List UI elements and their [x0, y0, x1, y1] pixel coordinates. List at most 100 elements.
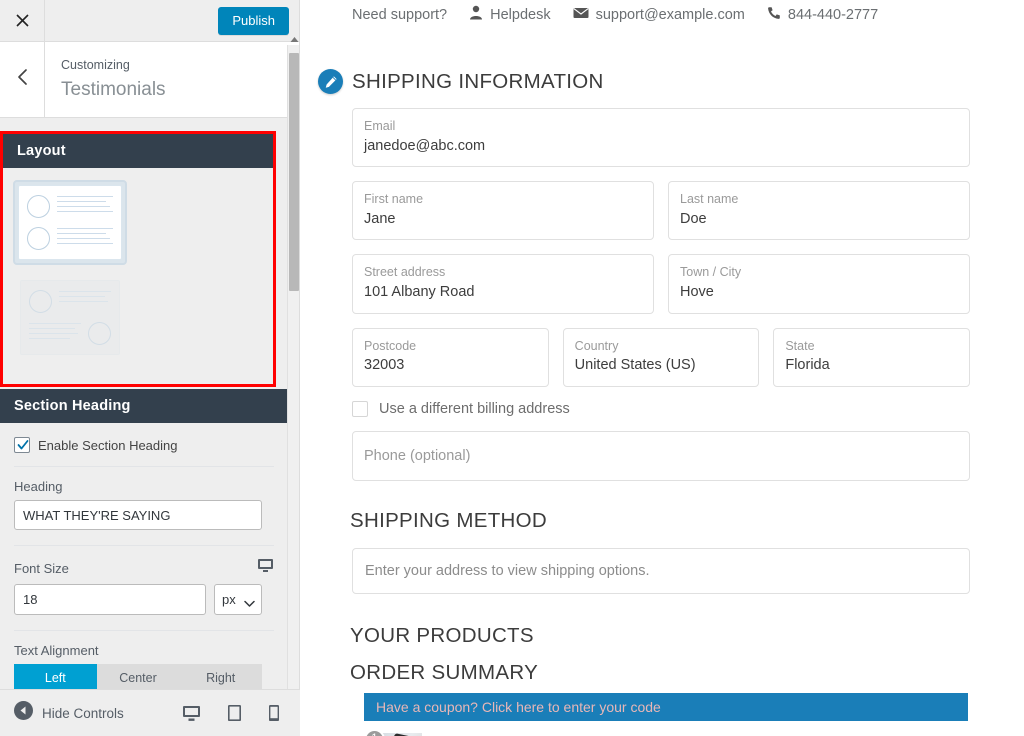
- street-address-value: 101 Albany Road: [364, 284, 475, 301]
- text-alignment-label: Text Alignment: [14, 643, 99, 658]
- email-label: Email: [364, 119, 396, 133]
- section-heading-body: Enable Section Heading Heading Font Size: [0, 423, 288, 689]
- first-name-label: First name: [364, 192, 424, 207]
- layout-options: [3, 168, 273, 384]
- street-address-label: Street address: [364, 265, 446, 280]
- avatar-placeholder-icon: [27, 227, 50, 250]
- postcode-field[interactable]: Postcode 32003: [352, 327, 549, 387]
- scroll-up-arrow-icon[interactable]: [288, 33, 300, 45]
- postcode-label: Postcode: [364, 338, 417, 353]
- align-center-button[interactable]: Center: [96, 664, 180, 689]
- helpdesk-link[interactable]: Helpdesk: [469, 5, 551, 24]
- sidebar-scrollbar[interactable]: [287, 36, 299, 700]
- font-size-label-row: Font Size: [14, 558, 274, 578]
- phone-placeholder: Phone (optional): [364, 447, 471, 464]
- mobile-icon[interactable]: [268, 704, 280, 722]
- section-heading-section: Section Heading Enable Section Heading H…: [0, 389, 288, 689]
- publish-button[interactable]: Publish: [218, 7, 289, 35]
- country-value: United States (US): [574, 357, 696, 374]
- heading-label: Heading: [14, 479, 63, 494]
- helpdesk-label: Helpdesk: [490, 6, 551, 23]
- last-name-value: Doe: [680, 211, 707, 228]
- email-row: Email janedoe@abc.com: [352, 108, 970, 168]
- shipping-method-title: SHIPPING METHOD: [350, 508, 547, 532]
- sidebar-scroll-area: Layout Section Heading Enable Section He…: [0, 119, 288, 689]
- text-alignment-button-group: Left Center Right: [14, 664, 263, 689]
- country-field[interactable]: Country United States (US): [562, 327, 760, 387]
- back-button[interactable]: [0, 42, 45, 117]
- tablet-icon[interactable]: [227, 704, 242, 722]
- heading-input[interactable]: [14, 500, 262, 530]
- sidebar-scrollbar-thumb[interactable]: [289, 53, 299, 291]
- support-prompt: Need support?: [352, 6, 448, 23]
- enable-section-heading-checkbox[interactable]: [14, 437, 30, 453]
- avatar-placeholder-icon: [88, 322, 111, 345]
- desktop-icon[interactable]: [182, 705, 201, 722]
- first-name-value: Jane: [364, 211, 396, 228]
- layout-section-header[interactable]: Layout: [3, 134, 273, 168]
- state-value: Florida: [785, 357, 830, 374]
- chevron-down-icon: [244, 596, 255, 611]
- enable-section-heading-row[interactable]: Enable Section Heading: [14, 423, 274, 467]
- shipping-information-title: SHIPPING INFORMATION: [352, 69, 604, 93]
- country-label: Country: [574, 338, 619, 353]
- font-size-label: Font Size: [14, 560, 69, 576]
- align-left-button[interactable]: Left: [14, 664, 97, 689]
- avatar-placeholder-icon: [27, 195, 50, 218]
- collapse-arrow-icon: [14, 701, 33, 725]
- order-summary-title: ORDER SUMMARY: [350, 660, 539, 684]
- site-preview: Need support? Helpdesk support@example.c…: [300, 0, 1024, 736]
- postcode-value: 32003: [364, 357, 405, 374]
- coupon-link[interactable]: Have a coupon? Click here to enter your …: [364, 692, 968, 721]
- device-preview-icons: [182, 704, 300, 722]
- edit-pencil-icon[interactable]: [318, 69, 343, 94]
- font-size-input[interactable]: [14, 584, 206, 615]
- last-name-field[interactable]: Last name Doe: [668, 181, 970, 241]
- close-customizer-button[interactable]: [0, 0, 45, 41]
- envelope-icon: [573, 7, 589, 23]
- close-icon: [15, 13, 30, 28]
- shipping-method-block: Enter your address to view shipping opti…: [352, 547, 970, 594]
- order-summary-block: Have a coupon? Click here to enter your …: [352, 692, 970, 736]
- email-value: janedoe@abc.com: [364, 137, 486, 154]
- name-row: First name Jane Last name Doe: [352, 181, 970, 241]
- avatar-placeholder-icon: [29, 290, 52, 313]
- align-right-button[interactable]: Right: [179, 664, 263, 689]
- panel-title: Testimonials: [61, 78, 166, 100]
- billing-address-checkbox[interactable]: [352, 400, 368, 417]
- shipping-information-heading-row: SHIPPING INFORMATION: [318, 69, 1024, 94]
- email-link[interactable]: support@example.com: [573, 7, 745, 23]
- street-address-field[interactable]: Street address 101 Albany Road: [352, 254, 654, 314]
- town-city-field[interactable]: Town / City Hove: [668, 254, 970, 314]
- product-quantity-badge: 1: [364, 728, 385, 736]
- layout-option-stacked[interactable]: [13, 180, 127, 265]
- email-field[interactable]: Email janedoe@abc.com: [352, 108, 970, 168]
- divider: [14, 545, 274, 546]
- panel-header-text: Customizing Testimonials: [45, 42, 166, 117]
- support-phone: 844-440-2777: [787, 6, 879, 23]
- phone-link[interactable]: 844-440-2777: [767, 6, 878, 24]
- section-heading-header[interactable]: Section Heading: [0, 389, 288, 423]
- enable-section-heading-label: Enable Section Heading: [38, 437, 178, 453]
- panel-header: Customizing Testimonials: [0, 42, 299, 118]
- phone-field[interactable]: Phone (optional): [352, 430, 970, 481]
- desktop-icon[interactable]: [257, 558, 274, 578]
- font-size-row: px: [14, 584, 274, 615]
- divider: [14, 630, 274, 631]
- billing-address-row[interactable]: Use a different billing address: [352, 400, 970, 417]
- shipping-form: Email janedoe@abc.com First name Jane La…: [352, 108, 971, 481]
- support-bar: Need support? Helpdesk support@example.c…: [300, 0, 1024, 24]
- layout-option-alternating[interactable]: [13, 273, 127, 362]
- billing-address-label: Use a different billing address: [379, 400, 570, 417]
- last-name-label: Last name: [680, 192, 739, 207]
- sidebar-topbar: Publish: [0, 0, 299, 42]
- first-name-field[interactable]: First name Jane: [352, 181, 654, 241]
- support-email: support@example.com: [595, 6, 745, 23]
- hide-controls-button[interactable]: Hide Controls: [0, 701, 124, 725]
- hide-controls-label: Hide Controls: [42, 705, 124, 721]
- address-row: Street address 101 Albany Road Town / Ci…: [352, 254, 970, 314]
- state-field[interactable]: State Florida: [773, 327, 971, 387]
- font-size-unit-select[interactable]: px: [214, 584, 262, 615]
- region-row: Postcode 32003 Country United States (US…: [352, 327, 971, 387]
- person-icon: [469, 5, 483, 24]
